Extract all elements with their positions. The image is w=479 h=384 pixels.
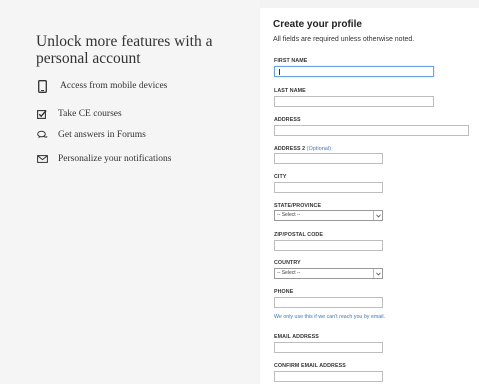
- zip-input[interactable]: [274, 240, 383, 251]
- address2-label: ADDRESS 2 (Optional): [274, 146, 331, 152]
- country-label: COUNTRY: [274, 260, 301, 266]
- form-note: All fields are required unless otherwise…: [273, 36, 415, 43]
- benefit-forums: Get answers in Forums: [36, 127, 146, 143]
- state-select[interactable]: -- Select --: [274, 210, 383, 221]
- benefit-label: Personalize your notifications: [58, 154, 172, 164]
- phone-input[interactable]: [274, 297, 383, 308]
- address2-label-text: ADDRESS 2: [274, 146, 306, 152]
- chat-bubbles-icon: [36, 128, 48, 142]
- benefit-label: Access from mobile devices: [60, 81, 168, 91]
- address2-input[interactable]: [274, 153, 383, 164]
- state-selected-value: -- Select --: [277, 212, 301, 218]
- benefit-label: Take CE courses: [58, 109, 122, 119]
- address-label: ADDRESS: [274, 117, 301, 123]
- confirm-email-label: CONFIRM EMAIL ADDRESS: [274, 363, 346, 369]
- benefit-notifications: Personalize your notifications: [36, 151, 171, 167]
- benefit-mobile: Access from mobile devices: [36, 78, 167, 94]
- chevron-down-icon: [373, 269, 382, 278]
- first-name-input[interactable]: [274, 66, 434, 77]
- form-title: Create your profile: [273, 19, 362, 30]
- address-input[interactable]: [274, 125, 469, 136]
- mobile-phone-icon: [36, 79, 48, 93]
- text-caret: [279, 69, 280, 75]
- envelope-icon: [36, 152, 48, 166]
- state-label: STATE/PROVINCE: [274, 203, 322, 209]
- promo-title: Unlock more features with a personal acc…: [36, 33, 213, 67]
- country-select[interactable]: -- Select --: [274, 268, 383, 279]
- first-name-label: FIRST NAME: [274, 58, 308, 64]
- phone-help-text: We only use this if we can't reach you b…: [274, 314, 386, 320]
- email-label: EMAIL ADDRESS: [274, 334, 319, 340]
- top-bar: [260, 0, 479, 8]
- last-name-label: LAST NAME: [274, 88, 306, 94]
- city-input[interactable]: [274, 182, 383, 193]
- last-name-input[interactable]: [274, 96, 434, 107]
- benefit-label: Get answers in Forums: [58, 130, 146, 140]
- phone-label: PHONE: [274, 289, 294, 295]
- confirm-email-input[interactable]: [274, 371, 383, 382]
- zip-label: ZIP/POSTAL CODE: [274, 232, 323, 238]
- optional-tag: (Optional): [306, 146, 332, 152]
- checkbox-icon: [36, 107, 48, 121]
- benefit-ce-courses: Take CE courses: [36, 106, 122, 122]
- city-label: CITY: [274, 174, 287, 180]
- email-input[interactable]: [274, 342, 383, 353]
- country-selected-value: -- Select --: [277, 270, 301, 276]
- chevron-down-icon: [373, 211, 382, 220]
